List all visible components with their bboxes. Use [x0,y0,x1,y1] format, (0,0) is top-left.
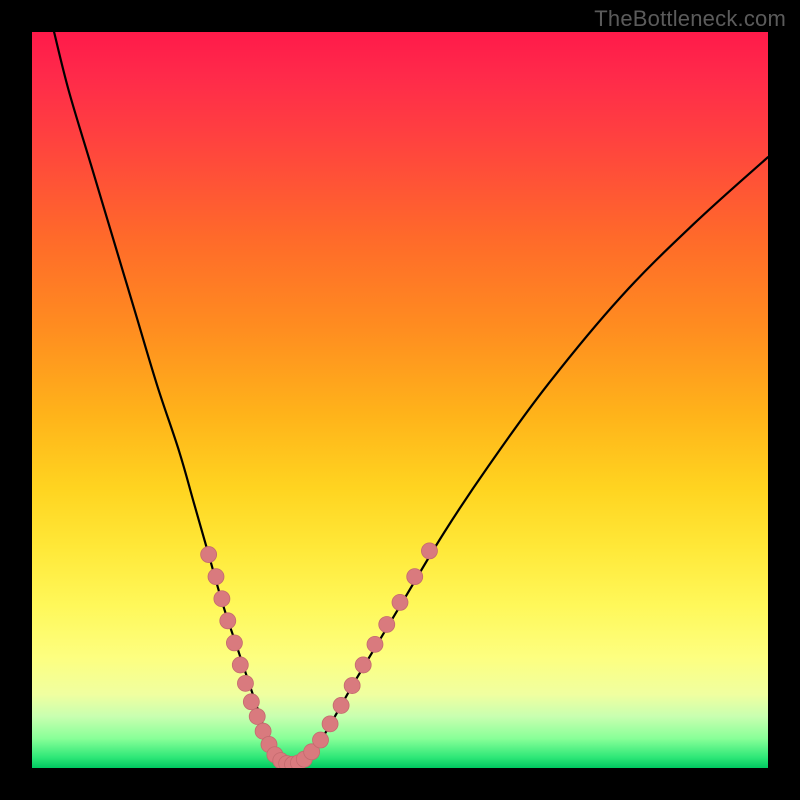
curve-dot [243,694,259,710]
curve-dot [392,594,408,610]
curve-dot [214,591,230,607]
bottleneck-curve [54,32,768,765]
curve-dot [237,675,253,691]
curve-dot [355,657,371,673]
curve-dot [367,636,383,652]
curve-dot [322,716,338,732]
curve-dot [407,569,423,585]
curve-dot [379,616,395,632]
chart-frame: TheBottleneck.com [0,0,800,800]
curve-dot [220,613,236,629]
curve-dot [226,635,242,651]
curve-svg [32,32,768,768]
curve-dot [421,543,437,559]
curve-dot [313,732,329,748]
plot-area [32,32,768,768]
curve-dot [249,708,265,724]
curve-dot [232,657,248,673]
watermark-text: TheBottleneck.com [594,6,786,32]
curve-dots [201,543,438,768]
curve-dot [201,547,217,563]
curve-dot [333,697,349,713]
curve-dot [344,678,360,694]
curve-dot [208,569,224,585]
